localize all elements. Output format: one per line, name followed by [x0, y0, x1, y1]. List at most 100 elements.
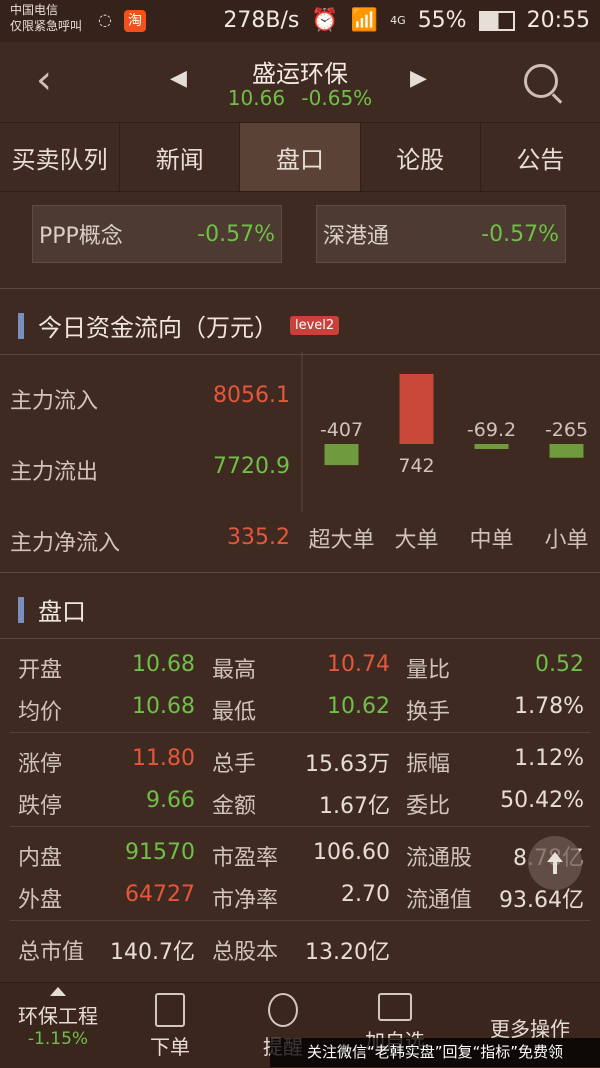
tab-pankou[interactable]: 盘口 — [240, 123, 361, 191]
tab-bar: 买卖队列 新闻 盘口 论股 公告 — [0, 122, 600, 192]
add-icon — [378, 993, 412, 1021]
main-outflow-value: 7720.9 — [213, 454, 290, 479]
pankou-value: 15.63万 — [305, 752, 390, 777]
divider — [0, 288, 600, 289]
search-icon[interactable] — [524, 64, 558, 98]
bar-超大单 — [324, 444, 359, 466]
pankou-value: 1.78% — [514, 694, 584, 719]
pankou-label: 量比 — [406, 658, 451, 683]
clock: 20:55 — [526, 8, 590, 33]
stock-name: 盛运环保 — [252, 60, 348, 88]
pankou-label: 振幅 — [406, 752, 451, 777]
main-net-inflow-value: 335.2 — [227, 525, 290, 550]
level2-badge: level2 — [290, 316, 340, 335]
next-stock-icon[interactable]: ▶ — [410, 66, 427, 91]
concept-shenzhen-hk[interactable]: 深港通 -0.57% — [316, 205, 566, 263]
stock-price: 10.66 — [227, 86, 286, 110]
category-label: 超大单 — [308, 528, 374, 553]
pankou-value: 106.60 — [313, 840, 390, 865]
bar-大单 — [399, 374, 434, 444]
stock-header: ‹ ◀ 盛运环保 10.66 -0.65% ▶ — [0, 42, 600, 122]
bar-value-label: -265 — [545, 419, 588, 441]
pankou-value: 10.74 — [327, 652, 390, 677]
scroll-top-button[interactable] — [528, 836, 582, 890]
sector-pct: -1.15% — [27, 1029, 89, 1049]
pankou-label: 外盘 — [18, 888, 63, 913]
pankou-value: 140.7亿 — [110, 940, 195, 965]
tab-news[interactable]: 新闻 — [120, 123, 241, 191]
pankou-value: 0.52 — [535, 652, 584, 677]
pankou-label: 开盘 — [18, 658, 63, 683]
tab-order-queue[interactable]: 买卖队列 — [0, 123, 121, 191]
net-speed: 278B/s — [223, 8, 300, 33]
pankou-label: 总手 — [212, 752, 257, 777]
concept-pct: -0.57% — [197, 221, 275, 247]
section-marker — [18, 312, 24, 339]
pankou-label: 跌停 — [18, 794, 63, 819]
order-button[interactable]: 下单 — [135, 993, 205, 1060]
alarm-clock-icon — [268, 993, 298, 1027]
alarm-icon: ⏰ — [311, 8, 339, 33]
pankou-value: 1.12% — [514, 746, 584, 771]
divider — [0, 572, 600, 573]
pankou-label: 金额 — [212, 794, 257, 819]
pankou-label: 市盈率 — [212, 846, 279, 871]
concept-name: PPP概念 — [39, 224, 123, 249]
expand-up-icon — [50, 987, 66, 996]
pankou-label: 均价 — [18, 700, 63, 725]
pankou-value: 64727 — [125, 882, 195, 907]
pankou-label: 流通值 — [406, 888, 473, 913]
order-label: 下单 — [150, 1035, 190, 1059]
carrier-info: 中国电信 仅限紧急呼叫 — [10, 2, 82, 34]
stock-change: -0.65% — [301, 86, 373, 110]
battery-percent: 55% — [417, 8, 467, 33]
fund-flow-header: 今日资金流向（万元） level2 — [0, 308, 340, 343]
pankou-value: 10.68 — [132, 694, 195, 719]
pankou-label: 换手 — [406, 700, 451, 725]
pankou-value: 91570 — [125, 840, 195, 865]
main-net-inflow-label: 主力净流入 — [10, 531, 121, 556]
main-inflow-value: 8056.1 — [213, 383, 290, 408]
status-bar: 中国电信 仅限紧急呼叫 ◌ 淘 278B/s ⏰ 📶 4G 55% 20:55 — [0, 0, 600, 42]
main-inflow-label: 主力流入 — [10, 389, 99, 414]
category-label: 大单 — [394, 528, 438, 553]
pankou-value: 10.62 — [327, 694, 390, 719]
pankou-label: 内盘 — [18, 846, 63, 871]
divider — [0, 638, 600, 639]
order-icon — [155, 993, 185, 1027]
pankou-title: 盘口 — [38, 598, 86, 626]
pankou-label: 流通股 — [406, 846, 473, 871]
message-icon: ◌ — [98, 10, 112, 29]
sector-button[interactable]: 环保工程 -1.15% — [8, 987, 108, 1049]
watermark-banner: 关注微信“老韩实盘”回复“指标”免费领 — [270, 1038, 600, 1067]
concept-pct: -0.57% — [481, 221, 559, 247]
carrier-name: 中国电信 — [10, 3, 59, 17]
pankou-value: 50.42% — [500, 788, 584, 813]
network-type: 4G — [390, 14, 406, 27]
tab-announcement[interactable]: 公告 — [481, 123, 600, 191]
sector-name: 环保工程 — [18, 1004, 98, 1028]
wifi-icon: 📶 — [350, 8, 379, 33]
pankou-value: 9.66 — [146, 788, 195, 813]
main-outflow-label: 主力流出 — [10, 460, 99, 485]
pankou-value: 13.20亿 — [305, 940, 390, 965]
battery-icon — [478, 10, 515, 31]
fund-flow-title: 今日资金流向（万元） — [38, 314, 278, 342]
pankou-value: 2.70 — [341, 882, 390, 907]
pankou-label: 最高 — [212, 658, 257, 683]
pankou-header: 盘口 — [0, 592, 86, 627]
status-right: 278B/s ⏰ 📶 4G 55% 20:55 — [223, 8, 590, 33]
stock-price-change: 10.66 -0.65% — [0, 86, 600, 110]
fund-flow-chart: -407 超大单 742 大单 -69.2 中单 -265 小单 — [301, 352, 589, 553]
tab-discussion[interactable]: 论股 — [361, 123, 481, 191]
concept-name: 深港通 — [323, 224, 390, 249]
pankou-label: 市净率 — [212, 888, 279, 913]
row-divider — [10, 920, 590, 921]
bar-value-label: 742 — [398, 455, 434, 477]
pankou-label: 最低 — [212, 700, 257, 725]
bar-value-label: -69.2 — [467, 419, 516, 441]
category-label: 小单 — [544, 528, 588, 553]
pankou-value: 1.67亿 — [319, 794, 390, 819]
bar-中单 — [474, 444, 509, 449]
concept-ppp[interactable]: PPP概念 -0.57% — [32, 205, 282, 263]
